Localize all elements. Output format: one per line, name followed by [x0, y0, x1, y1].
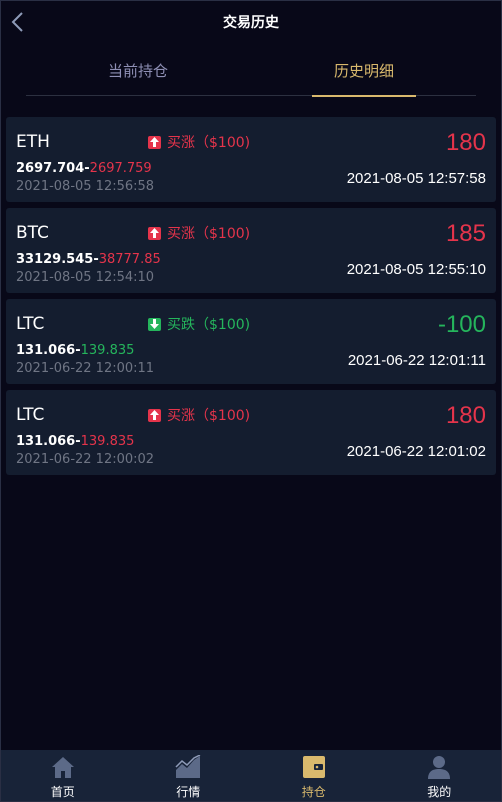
close-time: 2021-08-05 12:57:58 [346, 170, 486, 187]
open-time: 2021-08-05 12:56:58 [16, 179, 155, 194]
nav-home-label: 首页 [50, 785, 75, 799]
close-time: 2021-06-22 12:01:02 [346, 443, 486, 460]
trade-prices: 33129.545-38777.85 [16, 252, 161, 267]
arrow-down-icon [148, 317, 161, 331]
home-icon [50, 754, 76, 780]
trade-direction: 买涨（$100) [148, 223, 250, 243]
open-price: 131.066 [16, 434, 76, 449]
trade-card[interactable]: LTC 买跌（$100) 131.066-139.835 2021-06-22 … [6, 299, 496, 384]
trade-direction: 买涨（$100) [148, 132, 250, 152]
wallet-icon [301, 754, 327, 780]
active-tab-indicator [312, 95, 416, 97]
header: 交易历史 [0, 0, 502, 44]
nav-positions-label: 持仓 [301, 785, 326, 799]
close-price: 2697.759 [89, 161, 152, 176]
user-icon [426, 754, 452, 780]
direction-label: 买涨（$100) [167, 226, 251, 242]
trade-direction: 买涨（$100) [148, 405, 250, 425]
tab-current-positions[interactable]: 当前持仓 [86, 44, 190, 96]
open-price: 33129.545 [16, 252, 94, 267]
trade-symbol: ETH [16, 132, 50, 152]
trade-symbol: BTC [16, 223, 49, 243]
close-price: 38777.85 [98, 252, 161, 267]
direction-label: 买跌（$100) [167, 317, 251, 333]
tab-history-details[interactable]: 历史明细 [312, 44, 416, 96]
close-time: 2021-06-22 12:01:11 [347, 352, 486, 369]
open-time: 2021-06-22 12:00:02 [16, 452, 155, 467]
trade-prices: 131.066-139.835 [16, 434, 134, 449]
tab-bar: 当前持仓 历史明细 [26, 44, 476, 97]
bottom-nav: 首页 行情 持仓 我的 [0, 750, 502, 802]
trade-direction: 买跌（$100) [148, 314, 250, 334]
trade-symbol: LTC [16, 314, 45, 334]
nav-market[interactable]: 行情 [126, 750, 252, 802]
trade-profit: -100 [437, 311, 486, 338]
open-price: 2697.704 [16, 161, 85, 176]
nav-profile-label: 我的 [427, 785, 452, 799]
trade-card[interactable]: BTC 买涨（$100) 33129.545-38777.85 2021-08-… [6, 208, 496, 293]
nav-home[interactable]: 首页 [0, 750, 126, 802]
trade-prices: 131.066-139.835 [16, 343, 134, 358]
trade-profit: 180 [445, 402, 486, 429]
nav-positions[interactable]: 持仓 [251, 750, 377, 802]
trade-card[interactable]: LTC 买涨（$100) 131.066-139.835 2021-06-22 … [6, 390, 496, 475]
open-price: 131.066 [16, 343, 76, 358]
trade-list: ETH 买涨（$100) 2697.704-2697.759 2021-08-0… [6, 117, 496, 481]
chart-icon [175, 754, 201, 780]
page-title: 交易历史 [223, 15, 279, 31]
trade-prices: 2697.704-2697.759 [16, 161, 152, 176]
arrow-up-icon [148, 135, 161, 149]
direction-label: 买涨（$100) [167, 135, 251, 151]
trade-profit: 185 [445, 220, 486, 247]
direction-label: 买涨（$100) [167, 408, 251, 424]
arrow-up-icon [148, 226, 161, 240]
close-price: 139.835 [80, 343, 135, 358]
open-time: 2021-08-05 12:54:10 [16, 270, 155, 285]
trade-profit: 180 [445, 129, 486, 156]
nav-market-label: 行情 [176, 785, 201, 799]
close-price: 139.835 [80, 434, 135, 449]
open-time: 2021-06-22 12:00:11 [16, 361, 155, 376]
close-time: 2021-08-05 12:55:10 [346, 261, 486, 278]
arrow-up-icon [148, 408, 161, 422]
nav-profile[interactable]: 我的 [377, 750, 502, 802]
trade-symbol: LTC [16, 405, 45, 425]
trade-card[interactable]: ETH 买涨（$100) 2697.704-2697.759 2021-08-0… [6, 117, 496, 202]
